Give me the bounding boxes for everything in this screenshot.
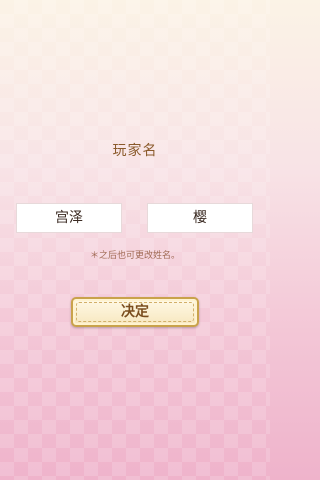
- given-name-field[interactable]: 樱: [147, 203, 253, 233]
- rename-note: ＊之后也可更改姓名。: [89, 251, 180, 261]
- family-name-field[interactable]: 宫泽: [16, 203, 122, 233]
- confirm-button-label: 决定: [121, 304, 149, 320]
- confirm-button[interactable]: 决定: [71, 297, 199, 327]
- page-title: 玩家名: [112, 143, 158, 159]
- background-diamond-pattern: [0, 0, 270, 480]
